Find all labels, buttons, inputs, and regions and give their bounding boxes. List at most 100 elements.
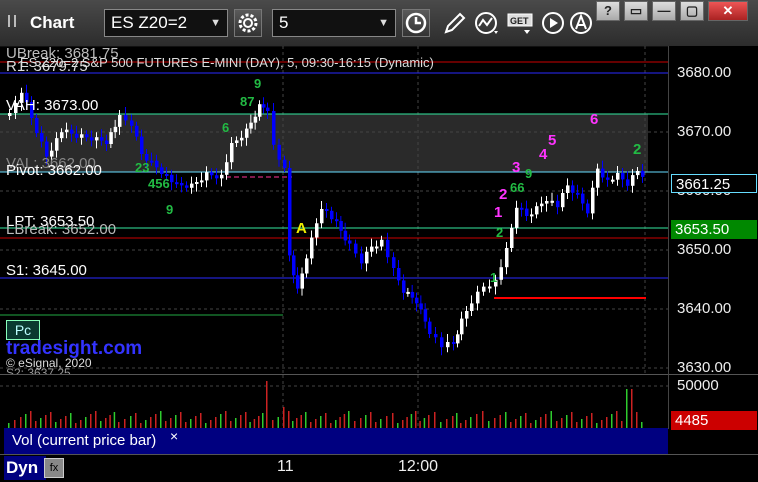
volume-bar: [626, 389, 628, 429]
close-button[interactable]: ✕: [708, 1, 748, 21]
candle: [80, 134, 84, 138]
chevron-down-icon[interactable]: ▼: [210, 10, 221, 36]
volume-bar: [262, 413, 264, 429]
candle: [85, 134, 89, 138]
candle: [180, 183, 184, 186]
svg-text:87: 87: [240, 94, 254, 109]
candle: [566, 185, 570, 193]
volume-bar: [25, 414, 27, 429]
candle: [452, 342, 456, 344]
dynamic-mode-button[interactable]: Dyn: [4, 456, 46, 480]
chart-window: Chart ES Z20=2 ▼ 5 ▼ GET ? ▭ — ▢ ✕ 1 2 3…: [0, 0, 758, 482]
draw-pencil-button[interactable]: [440, 9, 470, 37]
volume-bar: [240, 415, 242, 429]
volume-bar: [482, 411, 484, 429]
lpt-price-label: 3653.50: [671, 220, 757, 239]
candle: [210, 172, 214, 176]
copyright-text: © eSignal, 2020: [6, 356, 92, 370]
volume-bar: [180, 412, 182, 429]
candle: [190, 183, 194, 188]
candle: [35, 118, 39, 134]
volume-bar: [305, 412, 307, 429]
toolbar: Chart ES Z20=2 ▼ 5 ▼ GET ? ▭ — ▢ ✕: [0, 0, 758, 47]
candle: [343, 230, 348, 241]
candle: [556, 200, 560, 208]
candle: [240, 137, 244, 141]
study-button[interactable]: [472, 9, 502, 37]
play-button[interactable]: [538, 9, 568, 37]
candle: [606, 177, 610, 180]
volume-tick: 50000: [677, 377, 719, 394]
volume-bar: [266, 381, 268, 429]
drag-grip-icon[interactable]: [8, 15, 16, 27]
price-axis[interactable]: 3680.00 3670.00 3660.00 3650.00 3640.00 …: [668, 46, 758, 376]
time-label: 12:00: [398, 458, 439, 475]
volume-bar: [325, 413, 327, 429]
interval-combo[interactable]: 5 ▼: [272, 9, 396, 37]
volume-bar: [566, 415, 568, 429]
alert-button[interactable]: [566, 9, 596, 37]
candle: [150, 160, 154, 163]
maximize-button[interactable]: ▢: [680, 1, 704, 21]
candle: [155, 160, 159, 168]
time-axis[interactable]: [0, 454, 758, 482]
candle: [488, 286, 492, 289]
volume-chart[interactable]: [0, 374, 668, 429]
candle: [100, 137, 104, 141]
candle: [446, 342, 450, 348]
candle: [325, 209, 329, 211]
candle: [470, 303, 474, 311]
clock-icon: [405, 12, 427, 34]
candle: [510, 227, 514, 248]
pc-button[interactable]: Pc: [6, 320, 40, 340]
volume-bar: [365, 415, 367, 429]
candle: [305, 258, 309, 274]
alert-a-icon: [570, 12, 592, 34]
volume-bar: [499, 415, 501, 429]
candle: [70, 129, 74, 134]
candle: [288, 168, 292, 256]
volume-bar: [113, 412, 116, 429]
volume-bar: [70, 413, 72, 429]
candle: [272, 111, 276, 145]
candle: [515, 207, 519, 228]
candle: [456, 334, 460, 344]
restore-button[interactable]: ▭: [624, 1, 648, 21]
chevron-down-icon[interactable]: ▼: [378, 10, 389, 36]
help-button[interactable]: ?: [596, 1, 620, 21]
candle: [636, 171, 640, 176]
count-1: 1: [494, 204, 502, 221]
close-icon[interactable]: ×: [170, 428, 178, 444]
clock-button[interactable]: [402, 9, 430, 37]
minimize-button[interactable]: —: [652, 1, 676, 21]
svg-text:9: 9: [254, 76, 261, 91]
candle: [292, 255, 296, 276]
candle: [348, 240, 352, 244]
window-title: Chart: [30, 13, 75, 32]
volume-bar: [456, 413, 458, 429]
fx-icon[interactable]: fx: [44, 458, 64, 478]
candle: [535, 206, 539, 215]
label-vah: VAH: 3673.00: [6, 97, 99, 114]
candle: [124, 115, 128, 121]
svg-text:23: 23: [135, 160, 149, 175]
gear-button[interactable]: [234, 9, 262, 37]
get-icon: GET: [507, 13, 533, 34]
get-data-button[interactable]: GET: [506, 9, 536, 37]
price-chart[interactable]: 1 2 3 4 5 6 2 9 87 6 23 456 9 66 9 2 1 A…: [0, 46, 668, 374]
volume-bar: [631, 389, 633, 429]
svg-text:1: 1: [490, 270, 497, 285]
candle: [296, 275, 300, 289]
candle: [75, 133, 79, 138]
svg-text:456: 456: [148, 176, 170, 191]
svg-text:2: 2: [496, 225, 503, 240]
candle: [330, 210, 334, 220]
volume-bar: [616, 411, 618, 429]
candle: [310, 237, 314, 259]
candle: [410, 291, 415, 298]
candle: [402, 280, 406, 293]
interval-value: 5: [279, 13, 289, 32]
candle: [576, 192, 580, 195]
count-2: 2: [499, 186, 507, 203]
symbol-combo[interactable]: ES Z20=2 ▼: [104, 9, 228, 37]
